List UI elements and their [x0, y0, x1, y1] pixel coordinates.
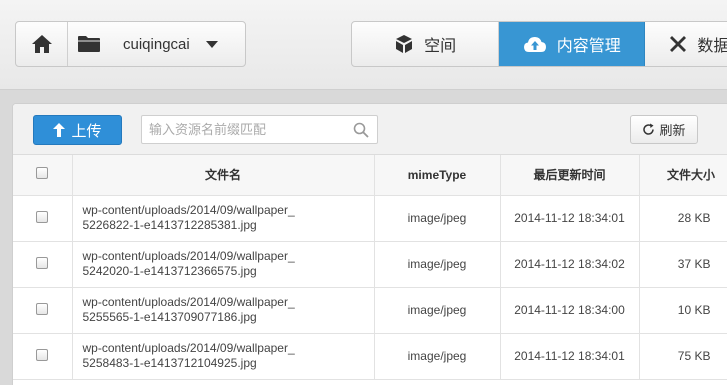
select-all-checkbox[interactable] [36, 167, 49, 180]
row-checkbox[interactable] [36, 302, 49, 315]
upload-label: 上传 [71, 122, 102, 140]
tab-content-management[interactable]: 内容管理 [499, 22, 646, 66]
row-select-cell [13, 241, 73, 288]
file-name-cell: wp-content/uploads/2014/09/wallpaper_ 524… [72, 241, 375, 288]
mime-cell: image/jpeg [374, 195, 501, 242]
file-name-line1: wp-content/uploads/2014/09/wallpaper_ [82, 249, 295, 263]
refresh-icon [642, 123, 655, 136]
size-cell: 37 KB [639, 241, 727, 288]
table-row[interactable]: wp-content/uploads/2014/09/wallpaper_ 525… [13, 333, 727, 380]
row-select-cell [13, 287, 73, 334]
time-cell: 2014-11-12 18:34:00 [500, 287, 640, 334]
file-table: 文件名 mimeType 最后更新时间 文件大小 wp-content/uplo… [13, 155, 727, 380]
bucket-name[interactable]: cuiqingcai [123, 36, 190, 53]
table-row[interactable]: wp-content/uploads/2014/09/wallpaper_ 525… [13, 287, 727, 334]
tab-space[interactable]: 空间 [352, 22, 500, 66]
column-header-filename[interactable]: 文件名 [72, 155, 375, 196]
tab-data[interactable]: 数据 [645, 22, 727, 66]
search-input[interactable] [142, 116, 342, 143]
main-nav: 空间 内容管理 数据 [351, 21, 727, 67]
tools-icon [669, 35, 687, 53]
row-select-cell [13, 333, 73, 380]
mime-cell: image/jpeg [374, 333, 501, 380]
file-name-line2: 5258483-1-e1413712104925.jpg [82, 356, 257, 370]
toolbar: 上传 刷新 [13, 104, 727, 155]
file-name-cell: wp-content/uploads/2014/09/wallpaper_ 525… [72, 287, 375, 334]
folder-icon [77, 32, 101, 56]
select-all-cell [13, 155, 73, 196]
file-name-cell: wp-content/uploads/2014/09/wallpaper_ 522… [72, 195, 375, 242]
search-box [141, 115, 378, 144]
column-header-size[interactable]: 文件大小 [639, 155, 727, 196]
size-cell: 28 KB [639, 195, 727, 242]
bucket-selector: cuiqingcai [15, 21, 246, 67]
tab-data-label: 数据 [697, 38, 727, 55]
chevron-down-icon[interactable] [205, 40, 218, 48]
home-icon [31, 35, 52, 53]
tab-space-label: 空间 [424, 38, 457, 55]
tab-content-label: 内容管理 [556, 38, 621, 55]
box-icon [394, 34, 414, 54]
home-button[interactable] [16, 22, 68, 66]
file-name-cell: wp-content/uploads/2014/09/wallpaper_ 525… [72, 333, 375, 380]
column-header-updated[interactable]: 最后更新时间 [500, 155, 640, 196]
refresh-label: 刷新 [659, 123, 686, 138]
file-name-line1: wp-content/uploads/2014/09/wallpaper_ [82, 203, 295, 217]
row-checkbox[interactable] [36, 348, 49, 361]
table-row[interactable]: wp-content/uploads/2014/09/wallpaper_ 522… [13, 195, 727, 242]
file-name-line1: wp-content/uploads/2014/09/wallpaper_ [82, 341, 295, 355]
mime-cell: image/jpeg [374, 287, 501, 334]
file-name-line1: wp-content/uploads/2014/09/wallpaper_ [82, 295, 295, 309]
column-header-mimetype[interactable]: mimeType [374, 155, 501, 196]
row-checkbox[interactable] [36, 256, 49, 269]
file-name-line2: 5226822-1-e1413712285381.jpg [82, 218, 257, 232]
file-name-line2: 5255565-1-e1413709077186.jpg [82, 310, 257, 324]
cloud-upload-icon [523, 35, 547, 53]
row-checkbox[interactable] [36, 210, 49, 223]
refresh-button[interactable]: 刷新 [630, 115, 698, 144]
time-cell: 2014-11-12 18:34:01 [500, 195, 640, 242]
size-cell: 10 KB [639, 287, 727, 334]
upload-button[interactable]: 上传 [33, 115, 122, 145]
size-cell: 75 KB [639, 333, 727, 380]
mime-cell: image/jpeg [374, 241, 501, 288]
file-name-line2: 5242020-1-e1413712366575.jpg [82, 264, 257, 278]
time-cell: 2014-11-12 18:34:01 [500, 333, 640, 380]
row-select-cell [13, 195, 73, 242]
time-cell: 2014-11-12 18:34:02 [500, 241, 640, 288]
arrow-up-icon [53, 123, 66, 137]
top-header: cuiqingcai 空间 内容管理 数据 [0, 0, 727, 90]
content-panel: 上传 刷新 [12, 103, 727, 385]
table-header-row: 文件名 mimeType 最后更新时间 文件大小 [13, 155, 727, 196]
search-icon[interactable] [353, 122, 369, 143]
table-row[interactable]: wp-content/uploads/2014/09/wallpaper_ 524… [13, 241, 727, 288]
